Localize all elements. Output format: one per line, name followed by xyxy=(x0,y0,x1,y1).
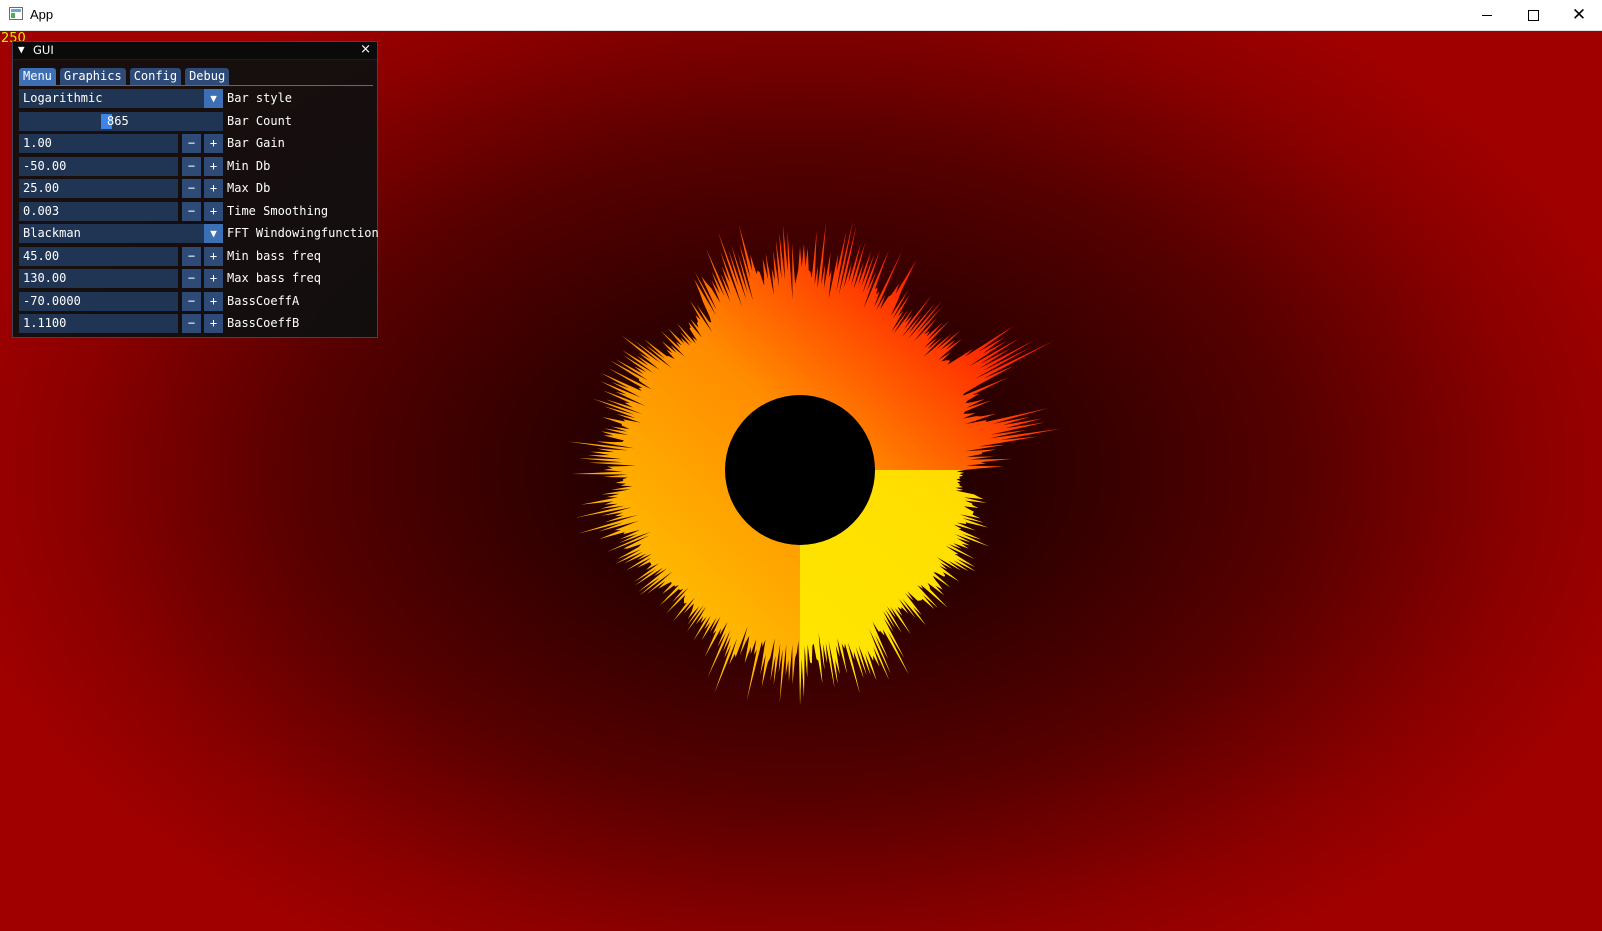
combo-arrow-icon[interactable]: ▼ xyxy=(204,89,223,108)
collapse-triangle-icon[interactable]: ▼ xyxy=(18,43,25,56)
fft-window-value: Blackman xyxy=(23,226,81,240)
max-bass-freq-row: 130.00 − + Max bass freq xyxy=(19,269,375,288)
app-icon xyxy=(9,7,23,20)
bar-gain-row: 1.00 − + Bar Gain xyxy=(19,134,375,153)
bass-coeff-b-input[interactable]: 1.1100 xyxy=(19,314,178,333)
gui-tabs: Menu Graphics Config Debug xyxy=(19,68,230,85)
render-canvas: 250 ▼ GUI × Menu Graphics Config Debug L… xyxy=(0,31,1602,931)
bass-coeff-b-increment-button[interactable]: + xyxy=(204,314,223,333)
bass-coeff-a-increment-button[interactable]: + xyxy=(204,292,223,311)
tab-graphics[interactable]: Graphics xyxy=(59,68,126,85)
bass-coeff-b-value: 1.1100 xyxy=(23,316,67,330)
time-smoothing-row: 0.003 − + Time Smoothing xyxy=(19,202,375,221)
window-titlebar: App ✕ xyxy=(0,0,1602,31)
bass-coeff-a-row: -70.0000 − + BassCoeffA xyxy=(19,292,375,311)
min-bass-freq-row: 45.00 − + Min bass freq xyxy=(19,247,375,266)
bass-coeff-a-input[interactable]: -70.0000 xyxy=(19,292,178,311)
bass-coeff-b-label: BassCoeffB xyxy=(227,316,300,330)
time-smoothing-value: 0.003 xyxy=(23,204,60,218)
time-smoothing-increment-button[interactable]: + xyxy=(204,202,223,221)
bar-style-label: Bar style xyxy=(227,91,293,105)
bar-count-row: 865 Bar Count xyxy=(19,112,375,131)
max-bass-freq-input[interactable]: 130.00 xyxy=(19,269,178,288)
max-db-input[interactable]: 25.00 xyxy=(19,179,178,198)
min-db-decrement-button[interactable]: − xyxy=(182,157,201,176)
max-bass-freq-decrement-button[interactable]: − xyxy=(182,269,201,288)
min-db-increment-button[interactable]: + xyxy=(204,157,223,176)
bar-count-value: 865 xyxy=(107,114,129,128)
min-db-row: -50.00 − + Min Db xyxy=(19,157,375,176)
visualizer-center-disc xyxy=(725,395,875,545)
time-smoothing-label: Time Smoothing xyxy=(227,204,329,218)
bar-gain-decrement-button[interactable]: − xyxy=(182,134,201,153)
bass-coeff-a-label: BassCoeffA xyxy=(227,294,300,308)
gui-panel[interactable]: ▼ GUI × Menu Graphics Config Debug Logar… xyxy=(12,41,379,338)
bar-gain-value: 1.00 xyxy=(23,136,52,150)
min-bass-freq-increment-button[interactable]: + xyxy=(204,247,223,266)
minimize-button[interactable] xyxy=(1464,0,1510,30)
maximize-icon xyxy=(1527,9,1539,21)
max-bass-freq-label: Max bass freq xyxy=(227,271,321,285)
tab-underline xyxy=(19,85,373,86)
min-db-value: -50.00 xyxy=(23,159,67,173)
tab-menu[interactable]: Menu xyxy=(19,68,56,85)
max-db-value: 25.00 xyxy=(23,181,60,195)
min-bass-freq-value: 45.00 xyxy=(23,249,60,263)
bar-style-row: Logarithmic ▼ Bar style xyxy=(19,89,375,108)
tab-config[interactable]: Config xyxy=(129,68,182,85)
max-db-decrement-button[interactable]: − xyxy=(182,179,201,198)
fft-window-row: Blackman ▼ FFT Windowingfunction xyxy=(19,224,379,243)
fft-window-label: FFT Windowingfunction xyxy=(227,226,379,240)
fft-window-combo[interactable]: Blackman ▼ xyxy=(19,224,223,243)
maximize-button[interactable] xyxy=(1510,0,1556,30)
bar-gain-increment-button[interactable]: + xyxy=(204,134,223,153)
gui-titlebar[interactable]: ▼ GUI × xyxy=(13,42,377,60)
min-bass-freq-decrement-button[interactable]: − xyxy=(182,247,201,266)
min-db-label: Min Db xyxy=(227,159,271,173)
bass-coeff-a-value: -70.0000 xyxy=(23,294,81,308)
min-db-input[interactable]: -50.00 xyxy=(19,157,178,176)
bar-style-combo[interactable]: Logarithmic ▼ xyxy=(19,89,223,108)
time-smoothing-decrement-button[interactable]: − xyxy=(182,202,201,221)
min-bass-freq-input[interactable]: 45.00 xyxy=(19,247,178,266)
min-bass-freq-label: Min bass freq xyxy=(227,249,321,263)
bass-coeff-b-decrement-button[interactable]: − xyxy=(182,314,201,333)
bar-count-label: Bar Count xyxy=(227,114,293,128)
window-title: App xyxy=(30,7,54,22)
gui-title: GUI xyxy=(33,43,54,57)
time-smoothing-input[interactable]: 0.003 xyxy=(19,202,178,221)
bass-coeff-b-row: 1.1100 − + BassCoeffB xyxy=(19,314,375,333)
combo-arrow-icon[interactable]: ▼ xyxy=(204,224,223,243)
close-icon: ✕ xyxy=(1571,4,1587,25)
bass-coeff-a-decrement-button[interactable]: − xyxy=(182,292,201,311)
close-window-button[interactable]: ✕ xyxy=(1556,0,1602,30)
bar-gain-label: Bar Gain xyxy=(227,136,285,150)
max-db-row: 25.00 − + Max Db xyxy=(19,179,375,198)
gui-close-icon[interactable]: × xyxy=(360,42,371,57)
max-db-label: Max Db xyxy=(227,181,271,195)
bar-count-slider[interactable]: 865 xyxy=(19,112,223,131)
bar-gain-input[interactable]: 1.00 xyxy=(19,134,178,153)
bar-style-value: Logarithmic xyxy=(23,91,103,105)
max-bass-freq-increment-button[interactable]: + xyxy=(204,269,223,288)
max-bass-freq-value: 130.00 xyxy=(23,271,67,285)
tab-debug[interactable]: Debug xyxy=(185,68,230,85)
max-db-increment-button[interactable]: + xyxy=(204,179,223,198)
minimize-icon xyxy=(1482,14,1492,16)
